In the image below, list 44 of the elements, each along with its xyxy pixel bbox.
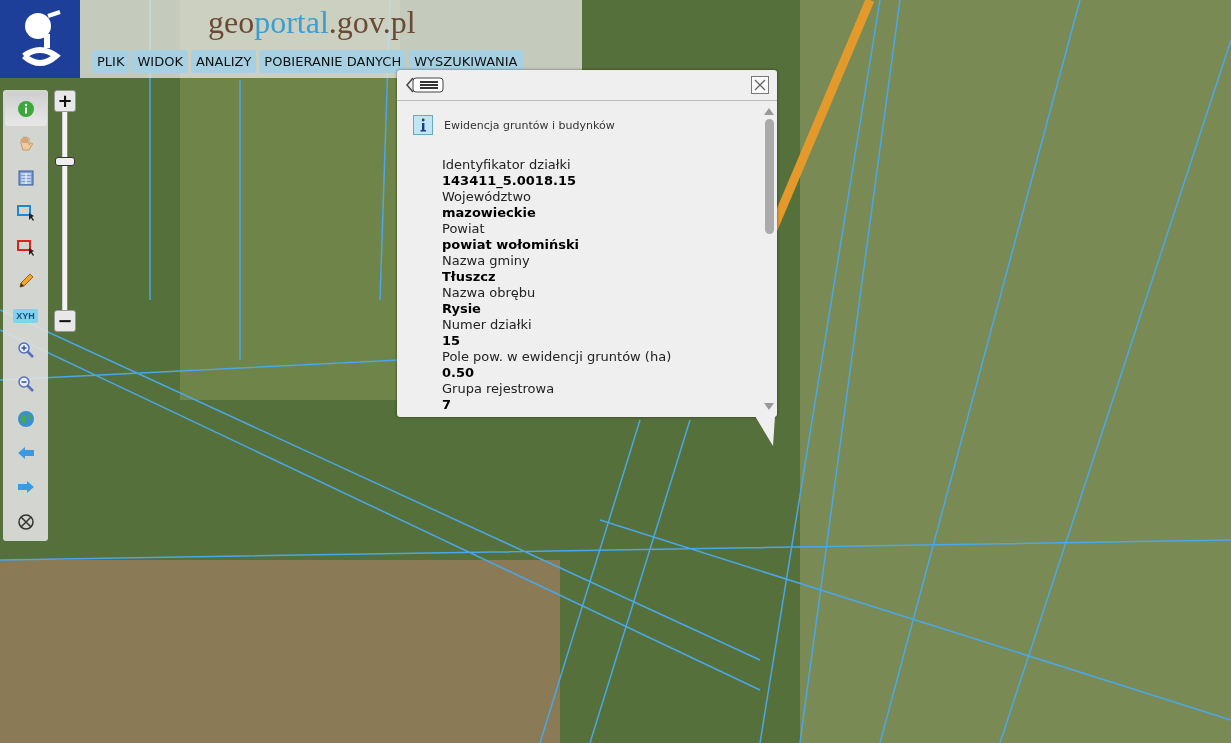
rectangle-select-icon <box>15 237 36 256</box>
field-label: Nazwa obrębu <box>442 285 537 301</box>
field-value: Tłuszcz <box>442 269 497 285</box>
menu-item[interactable]: WIDOK <box>132 50 188 73</box>
field-label: Grupa rejestrowa <box>442 381 556 397</box>
field-value: 15 <box>442 333 462 349</box>
logo-icon[interactable] <box>0 0 80 78</box>
close-icon[interactable] <box>751 76 769 94</box>
coordinates-icon: XYH <box>13 308 38 323</box>
field-label: Numer działki <box>442 317 533 333</box>
popup-title: Ewidencja gruntów i budynków <box>444 118 615 132</box>
field-value: 0.50 <box>442 365 476 381</box>
field-label: Powiat <box>442 221 486 237</box>
info-icon <box>16 100 35 119</box>
zoom-in-button[interactable]: + <box>54 90 76 112</box>
scrollbar-thumb[interactable] <box>764 119 774 234</box>
field-value: 7 <box>442 397 453 413</box>
table-icon <box>16 168 35 187</box>
field-label: Nazwa gminy <box>442 253 531 269</box>
field-value: Rysie <box>442 301 482 317</box>
zoom-out-icon <box>16 375 35 394</box>
info-icon <box>413 115 433 135</box>
site-logo-text: geoportal.gov.pl <box>208 3 416 42</box>
field-label: Pole pow. w ewidencji gruntów (ha) <box>442 349 673 365</box>
zoom-out-button[interactable]: − <box>54 310 76 332</box>
pencil-icon <box>16 272 35 291</box>
xyh-tool-button[interactable]: XYH <box>4 298 47 333</box>
field-value: powiat wołomiński <box>442 237 580 253</box>
scroll-down-icon[interactable] <box>764 403 774 411</box>
field-value: 143411_5.0018.15 <box>442 173 577 189</box>
menu-item[interactable]: ANALIZY <box>190 50 257 73</box>
zoom-slider-thumb[interactable] <box>55 157 75 167</box>
rectangle-select-icon <box>15 203 36 222</box>
field-label: Województwo <box>442 189 532 205</box>
info-tool-button[interactable] <box>4 92 47 127</box>
menu-item[interactable]: POBIERANIE DANYCH <box>259 50 407 73</box>
scroll-up-icon[interactable] <box>764 107 774 115</box>
back-to-list-icon[interactable] <box>405 76 445 94</box>
crosshair-icon <box>16 512 35 531</box>
zoom-in-icon <box>16 340 35 359</box>
field-value: mazowieckie <box>442 205 537 221</box>
menu-item[interactable]: PLIK <box>92 50 130 73</box>
field-label: Identyfikator działki <box>442 157 572 173</box>
globe-icon <box>16 409 35 428</box>
